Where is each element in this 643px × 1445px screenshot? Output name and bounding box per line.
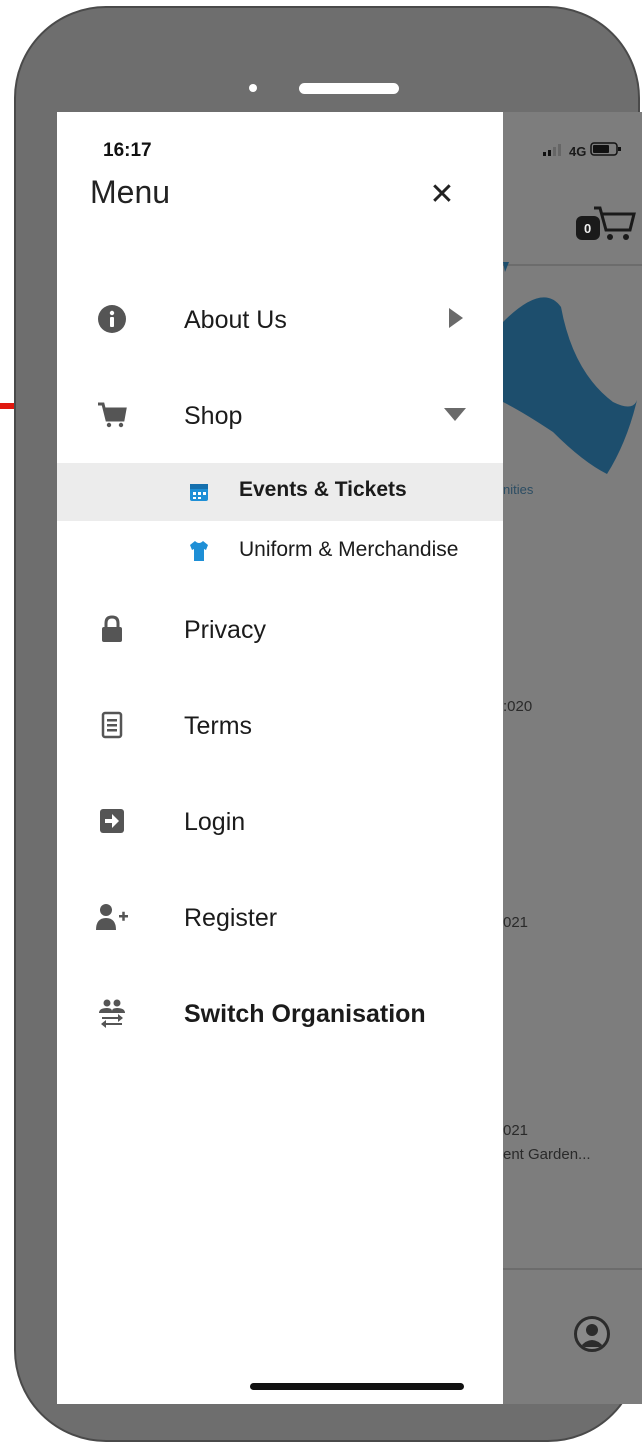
background-venue-text: ent Garden... bbox=[503, 1146, 591, 1163]
cart-icon bbox=[95, 398, 129, 432]
menu-item-label: About Us bbox=[184, 306, 287, 334]
document-icon bbox=[95, 708, 129, 742]
menu-item-label: Switch Organisation bbox=[184, 1000, 426, 1028]
menu-item-privacy[interactable]: Privacy bbox=[57, 600, 503, 660]
menu-item-switch-organisation[interactable]: Switch Organisation bbox=[57, 984, 503, 1044]
cart-count: 0 bbox=[584, 221, 592, 236]
status-bar-right: 4G bbox=[543, 142, 622, 159]
signal-icon bbox=[543, 144, 562, 156]
menu-item-register[interactable]: Register bbox=[57, 888, 503, 948]
navigation-drawer: 16:17 Menu ✕ About Us Shop Events & Tick… bbox=[57, 112, 503, 1404]
camera-dot bbox=[249, 84, 257, 92]
submenu-item-label: Events & Tickets bbox=[239, 478, 407, 501]
background-date-3: 021 bbox=[503, 1122, 529, 1139]
hero-graphic bbox=[503, 262, 637, 474]
menu-item-label: Register bbox=[184, 904, 278, 932]
phone-speaker bbox=[299, 83, 399, 94]
lock-icon bbox=[95, 612, 129, 646]
menu-item-terms[interactable]: Terms bbox=[57, 696, 503, 756]
background-date-2: 021 bbox=[503, 914, 529, 931]
close-button[interactable]: ✕ bbox=[424, 176, 460, 212]
chevron-down-icon bbox=[444, 408, 466, 421]
network-label: 4G bbox=[569, 144, 587, 159]
phone-frame: 4G nities :020 021 021 ent Garden... 0 1… bbox=[14, 6, 642, 1442]
shirt-icon bbox=[190, 541, 208, 561]
menu-item-shop[interactable]: Shop bbox=[57, 386, 503, 446]
status-time: 16:17 bbox=[103, 140, 152, 161]
background-app: 4G nities :020 021 021 ent Garden... bbox=[503, 112, 642, 1404]
menu-title: Menu bbox=[90, 174, 171, 210]
home-indicator bbox=[250, 1383, 464, 1390]
background-link-text: nities bbox=[503, 482, 534, 497]
background-date-1: :020 bbox=[503, 698, 533, 715]
battery-icon bbox=[590, 142, 621, 156]
login-icon bbox=[95, 804, 129, 838]
menu-item-label: Login bbox=[184, 808, 246, 836]
info-icon bbox=[95, 302, 129, 336]
chevron-right-icon bbox=[449, 308, 463, 328]
close-icon: ✕ bbox=[429, 177, 455, 211]
submenu-item-label: Uniform & Merchandise bbox=[239, 538, 459, 561]
submenu-item-events-tickets[interactable]: Events & Tickets bbox=[57, 463, 503, 521]
events-icon bbox=[190, 484, 208, 501]
switch-organisation-icon bbox=[95, 996, 129, 1030]
menu-item-label: Terms bbox=[184, 712, 253, 740]
menu-item-login[interactable]: Login bbox=[57, 792, 503, 852]
profile-icon bbox=[574, 1316, 610, 1352]
footer-divider bbox=[503, 1268, 642, 1270]
submenu-item-uniform-merchandise[interactable]: Uniform & Merchandise bbox=[57, 523, 503, 581]
menu-item-about-us[interactable]: About Us bbox=[57, 290, 503, 350]
screen: 4G nities :020 021 021 ent Garden... 0 1… bbox=[57, 112, 642, 1404]
menu-item-label: Privacy bbox=[184, 616, 266, 644]
cart-button: 0 bbox=[576, 204, 636, 244]
add-user-icon bbox=[95, 900, 129, 934]
menu-item-label: Shop bbox=[184, 402, 243, 430]
